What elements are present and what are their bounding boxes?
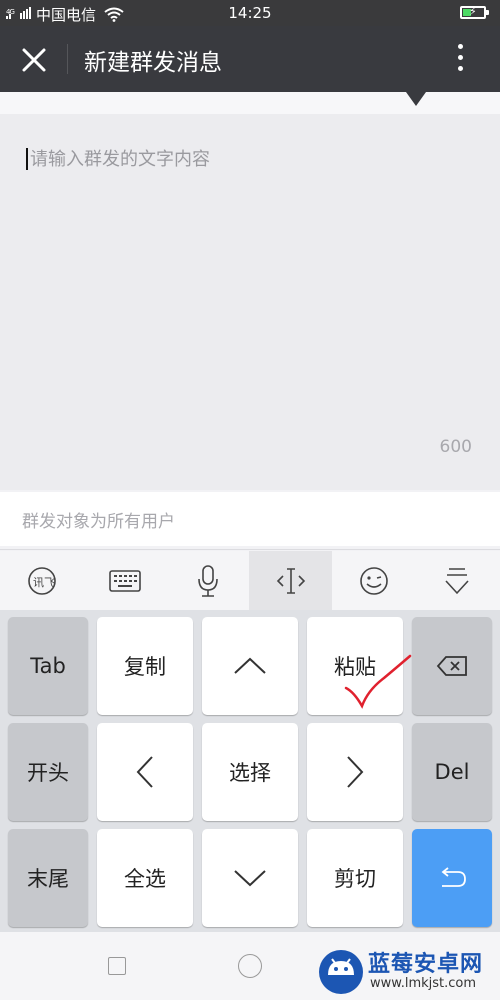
cursor-left-key[interactable] (97, 723, 193, 821)
select-key-label: 选择 (229, 761, 271, 785)
cursor-edit-icon (276, 567, 305, 594)
line-start-key[interactable]: 开头 (8, 723, 88, 821)
tab-key-label: Tab (30, 654, 66, 678)
delete-key-label: Del (434, 760, 470, 784)
emoji-icon (359, 566, 388, 595)
tab-key[interactable]: Tab (8, 617, 88, 715)
message-placeholder: 请输入群发的文字内容 (30, 149, 210, 170)
clock: 14:25 (228, 4, 272, 22)
copy-key[interactable]: 复制 (97, 617, 193, 715)
chevron-left-icon (136, 756, 153, 788)
collapse-keyboard-icon (444, 567, 469, 594)
cursor-up-key[interactable] (202, 617, 298, 715)
watermark-url: www.lmkjst.com (370, 976, 477, 991)
home-button[interactable] (238, 954, 262, 978)
more-vertical-icon (448, 44, 472, 71)
line-start-key-label: 开头 (27, 761, 69, 785)
chevron-up-icon (234, 657, 266, 674)
android-logo-icon (319, 950, 363, 994)
backspace-key[interactable] (412, 617, 492, 715)
close-button[interactable] (14, 40, 54, 80)
watermark: 蓝莓安卓网 www.lmkjst.com (312, 943, 498, 997)
text-caret (26, 148, 28, 170)
annotation-checkmark (344, 654, 412, 709)
enter-key[interactable] (412, 829, 492, 927)
char-limit-counter: 600 (439, 437, 472, 457)
divider (0, 549, 500, 550)
recent-apps-button[interactable] (108, 957, 126, 975)
ime-logo-button[interactable]: 讯飞 (0, 551, 83, 610)
select-key[interactable]: 选择 (202, 723, 298, 821)
delete-key[interactable]: Del (412, 723, 492, 821)
more-options-button[interactable] (448, 44, 472, 76)
battery-charging-icon: ⚡ (460, 5, 489, 19)
page-title: 新建群发消息 (84, 50, 222, 76)
recipients-label: 群发对象为所有用户 (22, 512, 175, 532)
edit-keyboard: Tab 复制 粘贴 开头 选择 Del 末尾 全选 剪切 (0, 610, 500, 932)
select-all-key-label: 全选 (124, 867, 166, 891)
cut-key[interactable]: 剪切 (307, 829, 403, 927)
line-end-key[interactable]: 末尾 (8, 829, 88, 927)
status-bar: 4G 中国电信 14:25 ⚡ (0, 0, 500, 26)
select-all-key[interactable]: 全选 (97, 829, 193, 927)
watermark-title: 蓝莓安卓网 (368, 952, 484, 977)
ime-toolbar: 讯飞 (0, 551, 500, 610)
ime-voice-button[interactable] (166, 551, 249, 610)
ime-cursor-edit-button[interactable] (249, 551, 332, 610)
ime-keyboard-button[interactable] (83, 551, 166, 610)
return-icon (441, 867, 466, 887)
cursor-down-key[interactable] (202, 829, 298, 927)
cut-key-label: 剪切 (334, 867, 376, 891)
copy-key-label: 复制 (124, 655, 166, 679)
logo-icon: 讯飞 (27, 566, 56, 595)
recipients-row[interactable]: 群发对象为所有用户 (0, 492, 500, 546)
svg-text:讯飞: 讯飞 (33, 576, 55, 589)
header-divider (67, 44, 68, 74)
line-end-key-label: 末尾 (27, 867, 69, 891)
cursor-right-key[interactable] (307, 723, 403, 821)
ime-hide-keyboard-button[interactable] (415, 551, 498, 610)
mic-icon (197, 564, 218, 597)
header-notch (406, 92, 426, 106)
chevron-down-icon (234, 870, 266, 887)
backspace-icon (436, 656, 467, 676)
keyboard-icon (108, 569, 141, 592)
close-icon (22, 48, 46, 72)
chevron-right-icon (347, 756, 364, 788)
ime-emoji-button[interactable] (332, 551, 415, 610)
app-header: 新建群发消息 (0, 26, 500, 92)
